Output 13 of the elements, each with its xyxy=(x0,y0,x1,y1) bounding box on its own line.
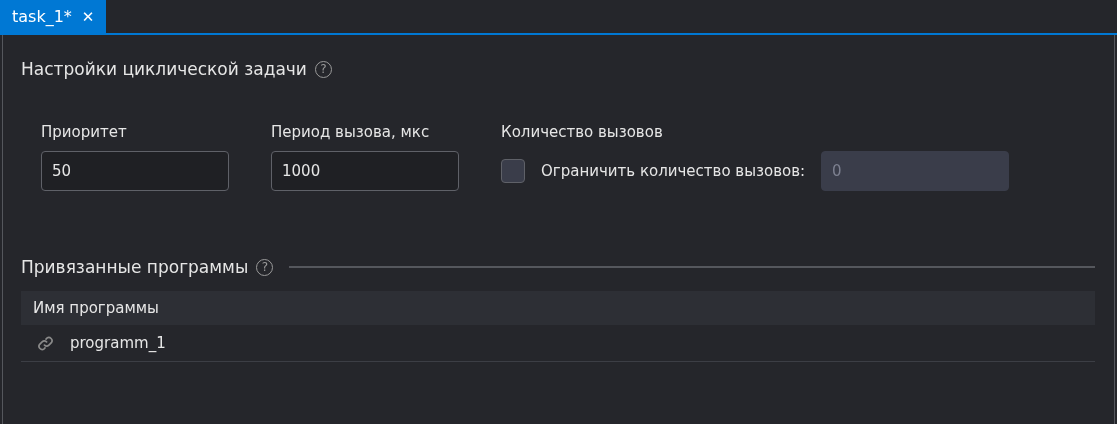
field-label: Период вызова, мкс xyxy=(271,123,431,141)
column-header: Имя программы xyxy=(33,299,159,317)
input-field[interactable]: 50 xyxy=(41,151,229,191)
input-field[interactable]: 1000 xyxy=(271,151,459,191)
checkbox-label: Ограничить количество вызовов: xyxy=(541,162,806,180)
section-title: Настройки циклической задачи xyxy=(21,59,307,79)
section-title: Привязанные программы xyxy=(21,257,249,277)
close-icon[interactable]: ✕ xyxy=(81,7,95,26)
link-icon xyxy=(37,334,54,352)
tab[interactable]: task_1* ✕ xyxy=(0,0,107,33)
field-label: Приоритет xyxy=(41,123,128,141)
table-cell[interactable]: programm_1 xyxy=(70,334,166,352)
field-label: Количество вызовов xyxy=(501,123,664,141)
